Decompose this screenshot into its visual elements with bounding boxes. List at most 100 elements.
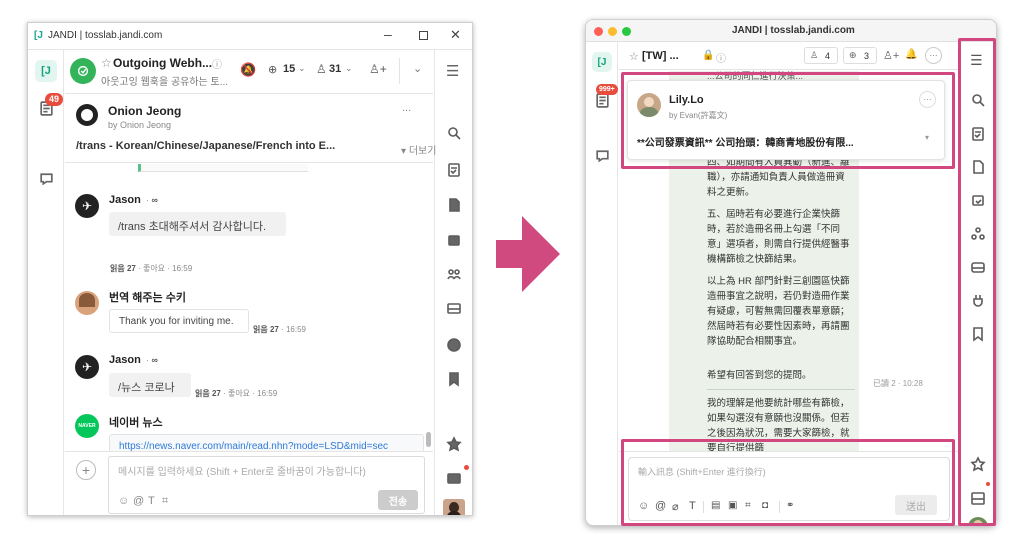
maximize-button[interactable] — [622, 27, 631, 36]
highlight-right-rail — [958, 38, 996, 526]
member-icon[interactable]: ♙ — [316, 62, 327, 76]
minimize-button[interactable]: – — [384, 26, 392, 42]
right-rail: ☰ — [434, 50, 472, 515]
message-author[interactable]: Jason — [109, 194, 141, 206]
bookmark-icon[interactable] — [444, 369, 464, 389]
topic-header: ☆ Outgoing Webh... ⓘ 아웃고잉 웹훅을 공유하는 토... … — [65, 50, 433, 94]
star-icon[interactable] — [444, 434, 464, 454]
team-logo[interactable]: [J — [35, 60, 57, 82]
card-by: by Onion Jeong — [108, 120, 172, 130]
integration-icon[interactable] — [444, 335, 464, 355]
message-meta: 읽음 27 · 좋아요 · 16:59 — [110, 264, 193, 273]
highlight-pinned-card — [621, 72, 955, 169]
jason-avatar[interactable]: ✈ — [75, 355, 99, 379]
topic-name[interactable]: Outgoing Webh... — [113, 56, 212, 70]
message-bubble: Thank you for inviting me. — [109, 309, 249, 333]
connect-icon[interactable] — [444, 264, 464, 284]
show-more-link[interactable]: ▾ 더보기 — [401, 142, 436, 157]
message-bubble: /뉴스 코로나 — [109, 373, 191, 397]
scrollbar[interactable] — [426, 432, 431, 447]
star-icon[interactable]: ☆ — [101, 56, 112, 70]
message-author[interactable]: 네이버 뉴스 — [109, 414, 163, 430]
message-list: ... ✈ Jason · ∞ /trans 초대해주셔서 감사합니다. 읽음 … — [65, 164, 433, 451]
message-meta: 읽음 27 · 좋아요 · 16:59 — [195, 389, 278, 398]
todo-icon[interactable] — [444, 160, 464, 180]
close-button[interactable] — [594, 27, 603, 36]
bot-badge-icon: · ∞ — [146, 195, 158, 205]
calendar-icon[interactable] — [444, 230, 464, 250]
card-author: Onion Jeong — [108, 104, 182, 118]
info-icon[interactable]: ⓘ — [716, 50, 726, 65]
window-title: JANDI | tosslab.jandi.com — [48, 30, 163, 41]
message-author[interactable]: 번역 해주는 수키 — [109, 289, 186, 305]
minimize-button[interactable] — [608, 27, 617, 36]
notification-dot — [464, 465, 469, 470]
highlight-composer — [621, 439, 955, 526]
file-icon[interactable] — [444, 195, 464, 215]
naver-avatar[interactable]: NAVER — [75, 414, 99, 438]
star-icon[interactable]: ☆ — [629, 50, 639, 63]
info-icon[interactable]: ⓘ — [212, 56, 222, 71]
topic-name[interactable]: [TW] ... — [642, 50, 679, 62]
jandi-logo-icon: [J — [34, 30, 43, 41]
link-preview[interactable]: https://news.naver.com/main/read.nhn?mod… — [109, 434, 424, 451]
search-icon[interactable] — [444, 123, 464, 143]
chevron-down-icon[interactable]: ⌄ — [298, 63, 306, 74]
windows-app-window: [J JANDI | tosslab.jandi.com – ✕ [J 49 ☆… — [27, 22, 473, 516]
webhook-count-button[interactable]: ⊕ 3 — [843, 47, 877, 64]
markdown-icon[interactable]: ⌗ — [162, 495, 168, 508]
message-bubble: /trans 초대해주셔서 감사합니다. — [109, 212, 286, 236]
paragraph: 五、屆時若有必要進行企業快篩時，若於造冊名冊上勾選「不同意」選項者，則需自行提供… — [707, 209, 850, 265]
maximize-button[interactable] — [419, 31, 428, 40]
previous-message-fragment: ... — [138, 164, 308, 172]
member-count[interactable]: 31 — [329, 63, 341, 75]
member-count-button[interactable]: ♙ 4 — [804, 47, 838, 64]
inbox-icon[interactable] — [444, 468, 464, 488]
news-link[interactable]: https://news.naver.com/main/read.nhn?mod… — [119, 441, 388, 451]
profile-avatar[interactable] — [443, 499, 465, 515]
mention-icon[interactable]: @ — [133, 495, 144, 507]
notification-off-icon[interactable]: 🔕 — [240, 62, 256, 78]
suki-avatar[interactable] — [75, 291, 99, 315]
menu-icon[interactable]: ☰ — [446, 62, 459, 80]
close-button[interactable]: ✕ — [450, 27, 461, 43]
title-bar: JANDI | tosslab.jandi.com — [586, 20, 996, 42]
card-command: /trans - Korean/Chinese/Japanese/French … — [76, 140, 336, 152]
topic-header: ☆ [TW] ... 🔒 ⓘ ♙ 4 ⊕ 3 ♙+ 🔔 ··· — [619, 42, 959, 70]
onion-avatar — [76, 104, 98, 126]
left-sidebar: [J 999+ — [586, 42, 618, 525]
message-meta: 읽음 27 · 16:59 — [253, 325, 306, 334]
send-button[interactable]: 전송 — [378, 490, 418, 510]
webhook-icon[interactable]: ⊕ — [268, 63, 277, 76]
pinned-card[interactable]: Onion Jeong by Onion Jeong ... /trans - … — [65, 95, 436, 163]
more-options-icon[interactable]: ... — [402, 102, 411, 114]
topic-description: 아웃고잉 웹훅을 공유하는 토... — [101, 77, 229, 88]
add-attachment-button[interactable]: + — [76, 460, 96, 480]
unread-badge: 49 — [45, 93, 64, 106]
jason-avatar[interactable]: ✈ — [75, 194, 99, 218]
drive-icon[interactable] — [444, 298, 464, 318]
composer: + 메시지를 입력하세요 (Shift + Enter로 줄바꿈이 가능합니다)… — [65, 451, 433, 515]
text-format-icon[interactable]: T — [148, 495, 155, 507]
invite-member-icon[interactable]: ♙+ — [369, 62, 387, 76]
left-sidebar: [J 49 — [28, 50, 64, 515]
unread-badge: 999+ — [596, 84, 618, 95]
chevron-down-icon[interactable]: ⌄ — [413, 62, 422, 75]
divider — [707, 389, 855, 390]
invite-member-icon[interactable]: ♙+ — [883, 49, 899, 62]
webhook-count[interactable]: 15 — [283, 63, 295, 75]
chevron-down-icon[interactable]: ⌄ — [345, 63, 353, 74]
message-meta: 已讀 2 · 10:28 — [873, 379, 923, 388]
chat-bubble-icon[interactable] — [592, 145, 612, 165]
title-bar: [J JANDI | tosslab.jandi.com – ✕ — [28, 23, 472, 50]
message-author[interactable]: Jason — [109, 354, 141, 366]
bell-icon[interactable]: 🔔 — [905, 49, 917, 60]
lock-icon: 🔒 — [702, 50, 715, 61]
more-options-icon[interactable]: ··· — [925, 47, 942, 64]
team-logo[interactable]: [J — [592, 52, 612, 72]
topic-avatar — [70, 58, 96, 84]
emoji-icon[interactable]: ☺ — [118, 495, 129, 507]
chat-bubble-icon[interactable] — [36, 168, 56, 188]
divider — [399, 58, 400, 84]
message-input[interactable]: 메시지를 입력하세요 (Shift + Enter로 줄바꿈이 가능합니다) ☺… — [108, 456, 425, 514]
